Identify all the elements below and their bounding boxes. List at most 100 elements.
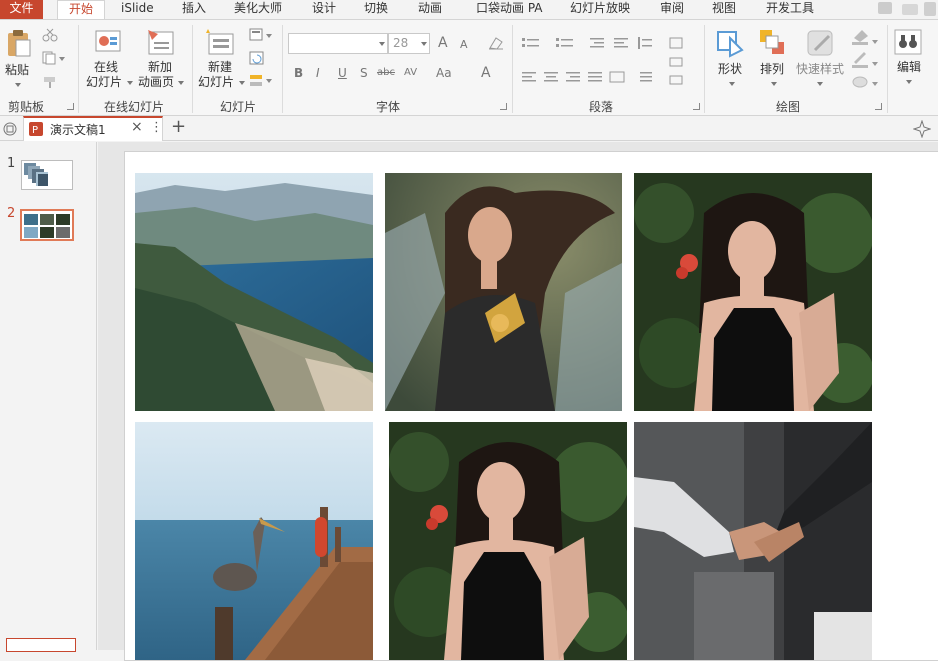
italic-button[interactable]: I [316,66,320,80]
section-icon[interactable] [249,73,273,89]
photo-woman-flower[interactable] [385,173,622,411]
slide-thumbnail-pane: 1 2 [0,142,97,652]
strikethrough-button[interactable]: abc [377,67,395,78]
tab-review[interactable]: 审阅 [660,0,684,19]
edit-dropdown-icon[interactable] [906,80,912,84]
slide-number: 2 [7,206,16,221]
tab-home[interactable]: 开始 [57,0,105,20]
close-tab-button[interactable]: × [131,119,143,135]
font-size-dropdown-icon[interactable] [421,42,427,46]
new-slide-button[interactable]: 幻灯片 [198,75,234,90]
new-animation-page-button[interactable]: 动画页 [138,75,174,90]
slide-number: 1 [7,156,16,171]
edit-button[interactable]: 编辑 [897,60,921,75]
shadow-button[interactable]: S [360,66,368,80]
online-slides-button[interactable]: 幻灯片 [86,75,122,90]
decorative-icons [878,2,936,16]
paste-button[interactable]: 粘贴 [5,63,29,78]
online-slides-label-1[interactable]: 在线 [94,60,118,75]
document-tab[interactable]: P 演示文稿1 × ⋮ [23,116,163,141]
svg-text:P: P [32,125,38,136]
tab-design[interactable]: 设计 [312,0,336,19]
shrink-font-button[interactable]: A [460,38,468,51]
arrange-dropdown-icon[interactable] [771,82,777,86]
tab-pocket-animation[interactable]: 口袋动画 PA [476,0,543,19]
reset-icon[interactable] [249,51,265,65]
new-animation-dropdown-icon[interactable] [178,81,184,85]
new-slide-label-1[interactable]: 新建 [208,60,232,75]
format-painter-icon[interactable] [42,75,58,89]
tab-transitions[interactable]: 切换 [364,0,388,19]
tab-islide[interactable]: iSlide [121,0,154,19]
photo-woman-garden-2[interactable] [389,422,627,660]
paragraph-group-label: 段落 [589,100,614,114]
quick-style-icon [807,30,833,56]
tab-insert[interactable]: 插入 [182,0,206,19]
paste-dropdown-icon[interactable] [15,83,21,87]
quick-style-button[interactable]: 快速样式 [796,62,844,77]
current-slide[interactable] [124,151,938,661]
paste-icon [8,30,31,57]
shape-dropdown-icon[interactable] [729,82,735,86]
tab-beautify-master[interactable]: 美化大师 [234,0,282,19]
document-title: 演示文稿1 [50,123,106,137]
copy-icon[interactable] [42,51,66,65]
slide-2-preview [22,211,72,239]
change-case-button[interactable]: Aa [436,66,452,80]
paragraph-tools-icon[interactable] [518,34,698,94]
restore-icon[interactable] [2,121,18,137]
ribbon-separator [192,25,193,113]
online-slides-group-label: 在线幻灯片 [104,100,165,114]
paragraph-launcher-icon[interactable] [693,103,700,110]
slide-1-preview [24,163,48,186]
tab-view[interactable]: 视图 [712,0,736,19]
photo-handshake[interactable] [634,422,872,660]
drawing-group-label: 绘图 [776,100,801,114]
font-name-dropdown-icon[interactable] [379,42,385,46]
tab-developer[interactable]: 开发工具 [766,0,814,19]
ribbon-separator [282,25,283,113]
document-tab-bar: P 演示文稿1 × ⋮ + [0,116,938,141]
ribbon-separator [887,25,888,113]
font-size-select[interactable]: 28 [388,33,430,54]
settings-sparkle-icon[interactable] [913,120,931,138]
drawing-launcher-icon[interactable] [875,103,882,110]
photo-bay-landscape[interactable] [135,173,373,411]
slide-editing-area [98,142,938,661]
font-size-value: 28 [393,36,409,50]
online-slides-dropdown-icon[interactable] [127,81,133,85]
tab-file[interactable]: 文件 [0,0,43,19]
grow-font-button[interactable]: A [438,35,448,51]
clipboard-group-label: 剪贴板 [8,100,45,114]
slide-thumbnail-1[interactable] [21,160,73,190]
clipboard-launcher-icon[interactable] [67,103,74,110]
photo-woman-garden[interactable] [634,173,872,411]
shape-icon [717,31,744,58]
clear-format-icon[interactable] [487,36,505,50]
tab-slideshow[interactable]: 幻灯片放映 [570,0,630,19]
arrange-button[interactable]: 排列 [760,62,784,77]
cut-icon[interactable] [42,28,58,42]
new-slide-dropdown-icon[interactable] [239,81,245,85]
ribbon-separator [78,25,79,113]
font-color-button[interactable]: A [481,65,491,81]
slides-group-label: 幻灯片 [220,100,257,114]
underline-button[interactable]: U [338,66,347,80]
powerpoint-icon: P [29,122,43,136]
bold-button[interactable]: B [294,66,303,80]
photo-pelican-pier[interactable] [135,422,373,660]
font-name-select[interactable] [288,33,388,54]
ribbon-separator [512,25,513,113]
shape-button[interactable]: 形状 [718,62,742,77]
new-tab-button[interactable]: + [171,116,186,137]
tab-animations[interactable]: 动画 [418,0,442,19]
tab-more-button[interactable]: ⋮ [150,120,163,135]
ribbon-separator [704,25,705,113]
slide-thumbnail-2[interactable] [20,209,74,241]
char-spacing-button[interactable]: AV [404,67,417,78]
font-launcher-icon[interactable] [500,103,507,110]
new-animation-label-1[interactable]: 新加 [148,60,172,75]
shape-format-tools-icon[interactable] [850,28,880,94]
quick-style-dropdown-icon[interactable] [817,82,823,86]
layout-icon[interactable] [249,28,273,42]
